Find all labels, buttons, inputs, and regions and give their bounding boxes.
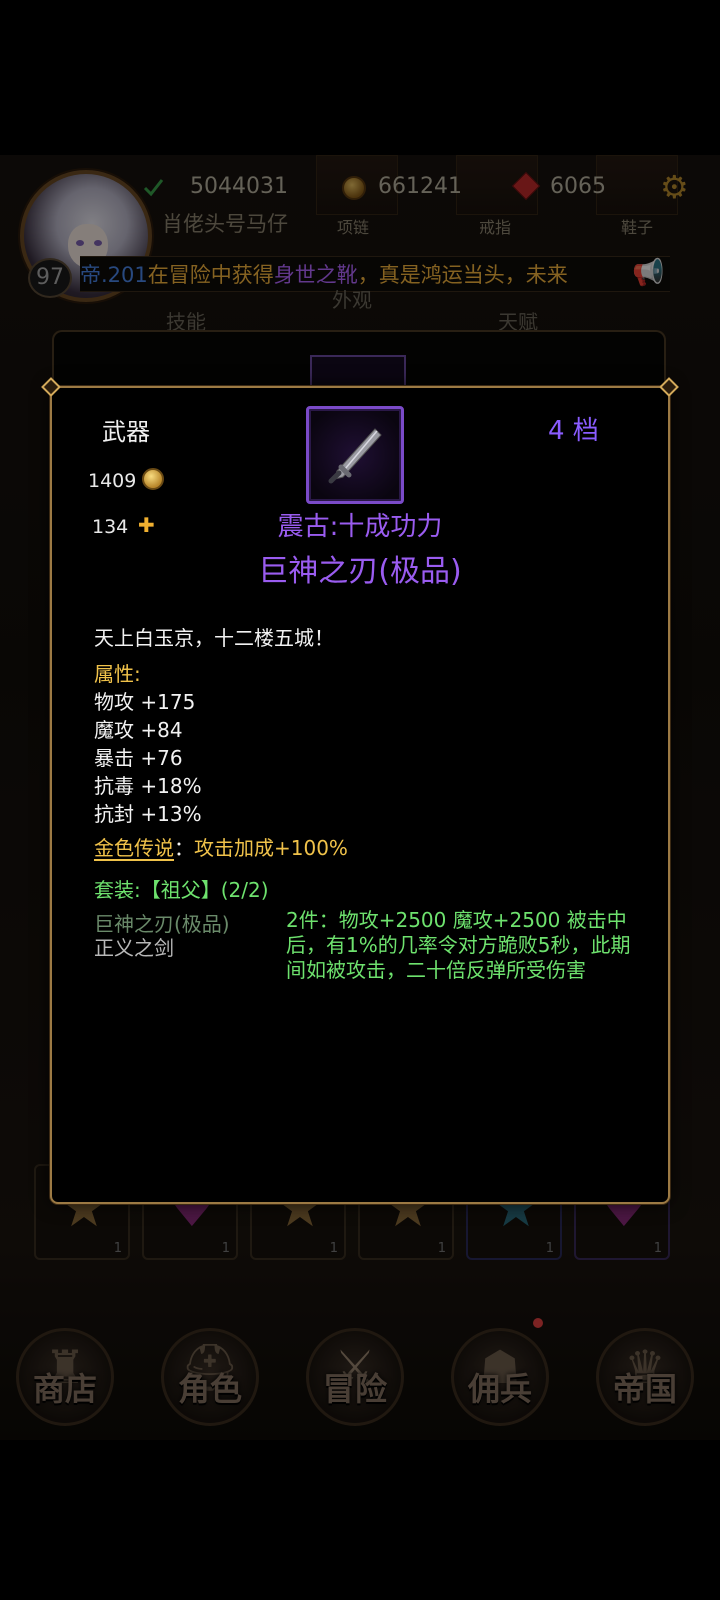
legendary-separator: ： bbox=[174, 836, 194, 860]
item-icon-frame bbox=[306, 406, 404, 504]
legendary-label[interactable]: 金色传说 bbox=[94, 836, 174, 860]
attribute-line: 魔攻 +84 bbox=[94, 718, 183, 742]
attributes-heading: 属性: bbox=[94, 662, 141, 686]
item-category: 武器 bbox=[102, 418, 150, 446]
set-title: 套装:【祖父】(2/2) bbox=[94, 878, 269, 902]
set-piece: 正义之剑 bbox=[94, 936, 174, 960]
sword-icon bbox=[328, 428, 382, 484]
item-prefix: 震古:十成功力 bbox=[277, 512, 443, 542]
legendary-value: 攻击加成+100% bbox=[194, 836, 348, 860]
set-effect: 2件：物攻+2500 魔攻+2500 被击中后，有1%的几率令对方跪败5秒，此期… bbox=[286, 908, 631, 982]
gold-coin-icon bbox=[142, 468, 164, 490]
item-detail-dialog: 武器 4 档 1409 134 ✚ 震古:十成功力 巨神之刃(极品) 天上白玉京… bbox=[41, 377, 679, 1204]
attribute-line: 暴击 +76 bbox=[94, 746, 183, 770]
flavor-text: 天上白玉京，十二楼五城！ bbox=[94, 626, 334, 650]
legendary-bonus: 金色传说：攻击加成+100% bbox=[94, 832, 348, 861]
attribute-line: 抗封 +13% bbox=[94, 802, 202, 826]
item-tier: 4 档 bbox=[548, 416, 599, 446]
attribute-line: 物攻 +175 bbox=[94, 690, 196, 714]
sell-gold-value: 1409 bbox=[88, 470, 137, 492]
attribute-line: 抗毒 +18% bbox=[94, 774, 202, 798]
item-name: 巨神之刃(极品) bbox=[258, 554, 462, 589]
